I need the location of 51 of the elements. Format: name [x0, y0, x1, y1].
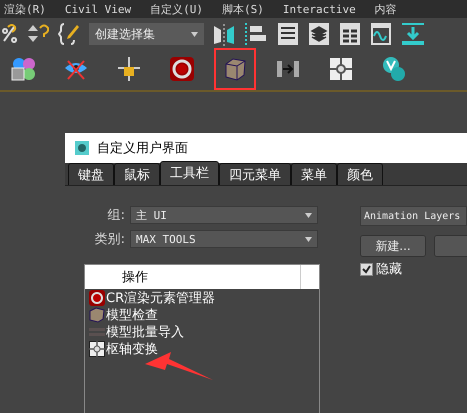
- vc-icon[interactable]: [382, 56, 406, 82]
- spheres-icon[interactable]: [11, 56, 35, 82]
- selection-set-dropdown[interactable]: 创建选择集: [89, 23, 204, 45]
- app-icon: [75, 141, 89, 155]
- curve-editor-icon[interactable]: [370, 22, 392, 46]
- cube-icon[interactable]: [223, 57, 247, 81]
- toolbar-dropdown[interactable]: Animation Layers: [360, 206, 467, 226]
- group-dropdown[interactable]: 主 UI: [130, 206, 318, 224]
- pivot-icon[interactable]: [329, 57, 353, 81]
- pivot-icon: [89, 340, 105, 356]
- menu-item[interactable]: 自定义(U): [150, 2, 203, 16]
- tab[interactable]: 工具栏: [160, 161, 219, 185]
- new-button[interactable]: 新建...: [360, 235, 426, 257]
- grid-icon[interactable]: [339, 22, 361, 46]
- window-title: 自定义用户界面: [97, 140, 188, 157]
- menu-item[interactable]: 内容: [374, 2, 397, 16]
- field-label: 组:: [106, 207, 125, 224]
- menu-item[interactable]: 脚本(S): [222, 2, 264, 16]
- checkbox-label: 隐藏: [376, 261, 402, 278]
- align-icon[interactable]: [244, 21, 268, 47]
- tab[interactable]: 四元菜单: [219, 163, 291, 185]
- render-elements-icon: [89, 290, 105, 306]
- list-item[interactable]: 模型检查: [106, 306, 158, 324]
- list-icon[interactable]: [277, 22, 299, 46]
- tab[interactable]: 键盘: [68, 163, 114, 185]
- menu-item[interactable]: Civil View: [64, 2, 132, 16]
- list-item[interactable]: 枢轴变换: [106, 340, 158, 358]
- download-icon[interactable]: [401, 22, 425, 46]
- checkbox[interactable]: [360, 262, 373, 276]
- caret-icon: [305, 212, 312, 218]
- field-label: 类别:: [94, 231, 125, 248]
- list-item[interactable]: CR渲染元素管理器: [106, 288, 216, 306]
- layers-icon[interactable]: [308, 22, 330, 46]
- tab[interactable]: 颜色: [337, 163, 383, 185]
- tab[interactable]: 鼠标: [114, 163, 160, 185]
- braces-pencil-icon[interactable]: [58, 22, 80, 46]
- column-header: 操作: [85, 265, 319, 289]
- category-dropdown[interactable]: MAX TOOLS: [130, 230, 318, 248]
- mirror-icon[interactable]: [213, 22, 235, 46]
- caret-icon: [191, 32, 198, 36]
- menu-item[interactable]: Interactive: [282, 2, 356, 16]
- caret-icon: [305, 236, 312, 242]
- help-icon[interactable]: [2, 23, 18, 45]
- list-item[interactable]: 模型批量导入: [106, 322, 184, 340]
- menu-item[interactable]: 渲染(R): [4, 2, 46, 16]
- cube-icon: [89, 306, 105, 322]
- tool-button[interactable]: [214, 48, 256, 90]
- move-lock-icon[interactable]: [117, 56, 141, 82]
- tab[interactable]: 菜单: [291, 163, 337, 185]
- render-elements-icon[interactable]: [170, 57, 194, 81]
- arrow-into-grid-icon[interactable]: [276, 58, 300, 80]
